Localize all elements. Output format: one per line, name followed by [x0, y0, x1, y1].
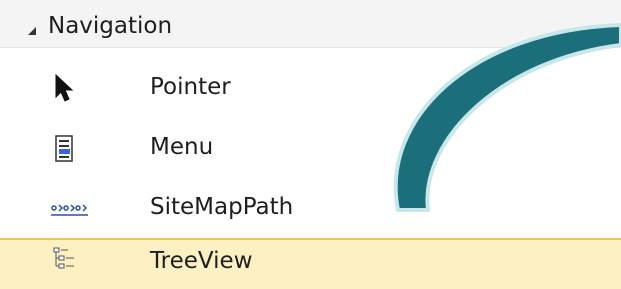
toolbox-item-menu[interactable]: Menu [0, 118, 621, 178]
toolbox-item-pointer[interactable]: Pointer [0, 58, 621, 118]
toolbox-item-sitemappath[interactable]: SiteMapPath [0, 178, 621, 238]
treeview-icon [50, 246, 82, 274]
collapse-triangle-icon[interactable] [28, 27, 36, 35]
navigation-group-header[interactable]: Navigation [0, 0, 621, 48]
sitemappath-icon [50, 194, 88, 222]
toolbox-item-label: Menu [150, 134, 214, 160]
toolbox-item-label: TreeView [150, 248, 253, 274]
toolbox-panel: Navigation Pointer Menu SiteMapPath Tree… [0, 0, 621, 289]
toolbox-item-label: SiteMapPath [150, 194, 294, 220]
toolbox-item-treeview[interactable]: TreeView [0, 238, 621, 289]
toolbox-item-label: Pointer [150, 74, 231, 100]
menu-control-icon [50, 134, 82, 162]
group-title: Navigation [48, 13, 173, 39]
pointer-icon [50, 73, 82, 102]
